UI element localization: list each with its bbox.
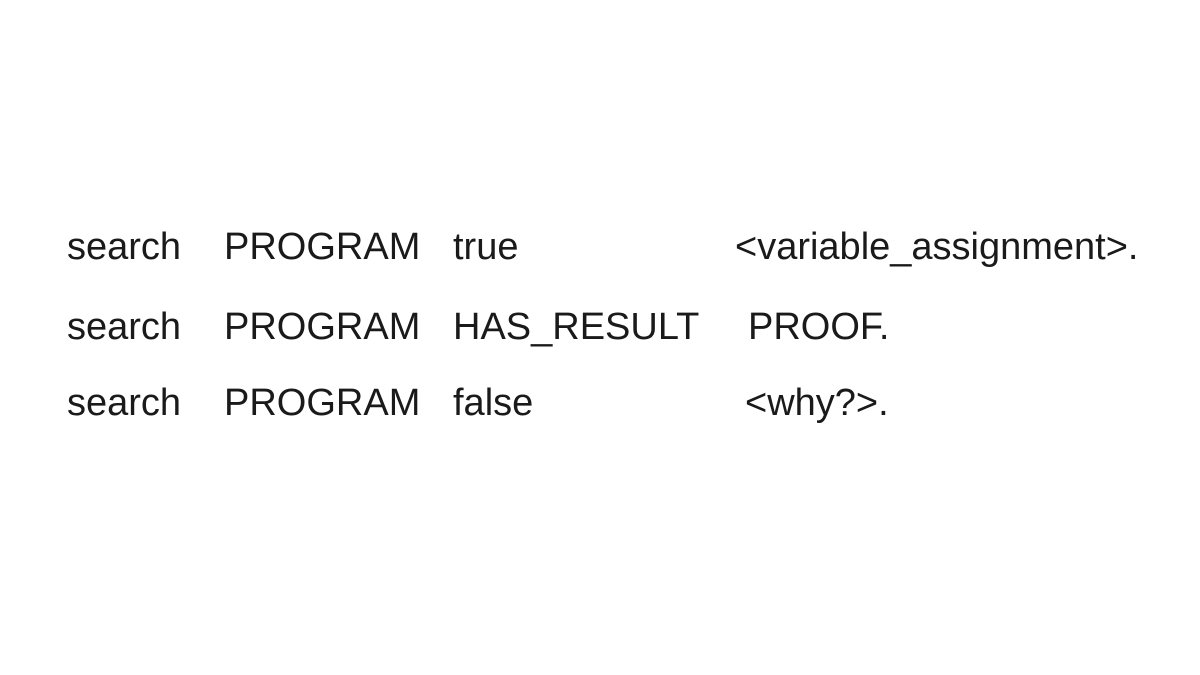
program-token: PROGRAM [224, 382, 421, 424]
result-token: HAS_RESULT [453, 306, 700, 348]
result-token: false [453, 382, 534, 424]
output-token: PROOF. [748, 306, 890, 348]
output-token: <why?>. [745, 382, 889, 424]
program-token: PROGRAM [224, 226, 421, 268]
command-keyword: search [67, 226, 182, 268]
search-result-line-false: search PROGRAM false <why?>. [0, 378, 1200, 428]
command-keyword: search [67, 306, 182, 348]
program-token: PROGRAM [224, 306, 421, 348]
output-token: <variable_assignment>. [735, 226, 1139, 268]
search-result-line-true: search PROGRAM true <variable_assignment… [0, 222, 1200, 272]
slide: search PROGRAM true <variable_assignment… [0, 0, 1200, 675]
result-token: true [453, 226, 519, 268]
search-result-line-has-result: search PROGRAM HAS_RESULT PROOF. [0, 302, 1200, 352]
command-keyword: search [67, 382, 182, 424]
